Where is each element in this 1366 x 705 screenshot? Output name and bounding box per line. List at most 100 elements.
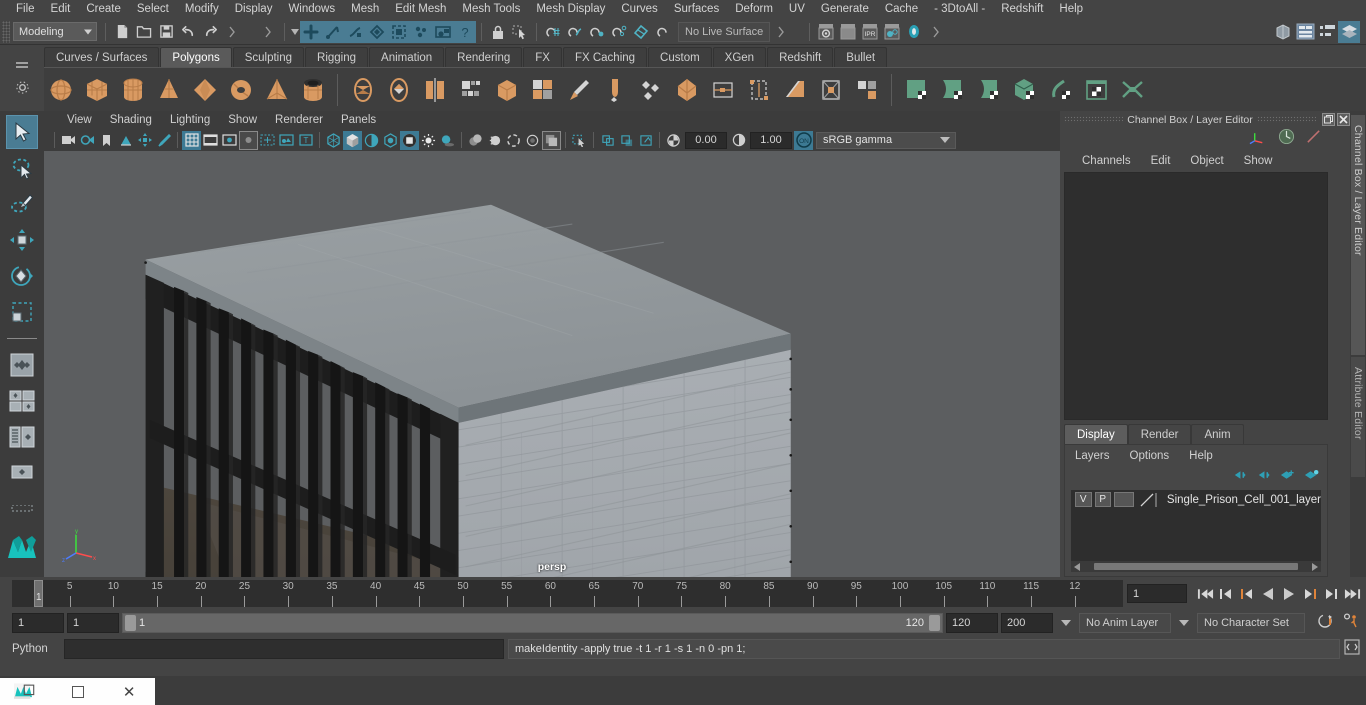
exposure-value-field[interactable]: 0.00 [685,131,727,149]
select-tool-icon[interactable] [509,21,531,43]
side-tab-attribute-editor[interactable]: Attribute Editor [1351,357,1365,477]
poly-booleans-icon[interactable] [382,73,415,107]
command-script-editor-icon[interactable] [1344,638,1360,660]
move-layer-down-icon[interactable] [1256,468,1271,486]
current-frame-field[interactable]: 1 [1127,584,1187,603]
layer-tab-display[interactable]: Display [1064,424,1128,444]
create-layer-from-selected-icon[interactable] [1304,468,1319,486]
range-right-handle[interactable] [929,615,940,631]
lock-icon[interactable] [487,21,509,43]
grease-pencil-icon[interactable] [154,131,173,150]
uv-automatic-icon[interactable] [1008,73,1041,107]
select-tool-button[interactable] [6,115,38,149]
layer-tab-anim[interactable]: Anim [1191,424,1244,444]
snap-to-view-plane-icon[interactable] [652,21,674,43]
shelf-menu-icon[interactable] [15,58,29,76]
layer-visibility-toggle[interactable]: V [1075,492,1092,507]
menu-set-selector[interactable]: Modeling [13,22,97,41]
close-panel-icon[interactable] [1337,113,1350,126]
animation-preferences-icon[interactable] [1342,612,1360,635]
scroll-left-arrow-icon[interactable] [1074,558,1082,576]
shadows-icon[interactable] [438,131,457,150]
move-tool-button[interactable] [6,223,38,257]
shelf-tab-redshift[interactable]: Redshift [767,47,834,67]
poly-reduce-icon[interactable] [670,73,703,107]
camera-attributes-icon[interactable] [78,131,97,150]
play-forwards-icon[interactable] [1279,583,1299,605]
menu-mesh-display[interactable]: Mesh Display [528,0,613,19]
select-image-plane-icon[interactable] [432,20,454,43]
layer-menu-help[interactable]: Help [1189,450,1213,462]
create-new-layer-icon[interactable] [1280,468,1295,486]
collapse-arrow3-icon[interactable] [770,21,792,43]
animation-start-field[interactable]: 1 [12,613,64,633]
gamma-value-field[interactable]: 1.00 [750,131,792,149]
persp-outliner-layout-button[interactable] [6,420,38,454]
menu-3dtoall[interactable]: - 3DtoAll - [926,0,993,19]
four-view-layout-button[interactable] [6,384,38,418]
safe-action-icon[interactable] [277,131,296,150]
single-perspective-view-button[interactable] [6,348,38,382]
menu-create[interactable]: Create [78,0,129,19]
poly-platonic-icon[interactable] [188,73,221,107]
safe-title-icon[interactable]: T [296,131,315,150]
selection-mode-caret-icon[interactable] [290,21,300,43]
layer-color-swatch-icon[interactable] [1139,492,1159,508]
uv-cylindrical-icon[interactable] [936,73,969,107]
collapse-arrow-icon[interactable] [221,21,243,43]
panel-grip-right[interactable] [1256,116,1316,123]
chevron-down-icon[interactable] [1061,620,1071,626]
viewport-menu-shading[interactable]: Shading [101,114,161,126]
layer-row[interactable]: V P Single_Prison_Cell_001_layer [1071,490,1321,509]
layer-list[interactable]: V P Single_Prison_Cell_001_layer [1071,490,1321,572]
menu-select[interactable]: Select [129,0,177,19]
smooth-shade-icon[interactable] [343,130,362,150]
layer-menu-options[interactable]: Options [1130,450,1170,462]
select-by-object-icon[interactable] [322,20,344,43]
color-space-dropdown[interactable]: sRGB gamma [816,131,956,149]
menu-edit-mesh[interactable]: Edit Mesh [387,0,454,19]
menu-edit[interactable]: Edit [43,0,79,19]
poly-sculpt-icon[interactable] [598,73,631,107]
play-backwards-icon[interactable] [1258,583,1278,605]
render-current-frame-icon[interactable] [815,21,837,43]
channel-box-menu-channels[interactable]: Channels [1082,155,1131,167]
viewport-menu-show[interactable]: Show [219,114,266,126]
film-gate-icon[interactable] [201,131,220,150]
new-scene-icon[interactable] [111,21,133,43]
poly-sphere-icon[interactable] [44,73,77,107]
poly-wedge-icon[interactable] [778,73,811,107]
two-d-pan-zoom-icon[interactable] [135,131,154,150]
uv-layout-icon[interactable] [1116,73,1149,107]
chevron-down-icon-2[interactable] [1179,620,1189,626]
field-chart-icon[interactable] [258,131,277,150]
gate-mask-icon[interactable] [239,130,258,150]
attribute-editor-icon[interactable] [1278,128,1295,150]
menu-curves[interactable]: Curves [613,0,665,19]
step-back-frame-icon[interactable] [1237,583,1257,605]
go-to-start-icon[interactable] [1195,583,1215,605]
move-layer-up-icon[interactable] [1232,468,1247,486]
paint-select-tool-button[interactable] [6,187,38,221]
menu-deform[interactable]: Deform [727,0,781,19]
range-left-handle[interactable] [125,615,136,631]
motion-blur-icon[interactable] [485,131,504,150]
poly-combine-icon[interactable] [346,73,379,107]
scroll-right-arrow-icon[interactable] [1310,558,1318,576]
redo-icon[interactable] [199,21,221,43]
menu-mesh-tools[interactable]: Mesh Tools [454,0,528,19]
layer-shading-toggle[interactable] [1114,492,1134,507]
exposure-icon[interactable] [664,131,683,150]
show-hide-channel-box-icon[interactable] [1338,20,1360,43]
live-surface-field[interactable]: No Live Surface [678,21,770,42]
multisample-aa-icon[interactable] [504,131,523,150]
shelf-settings-icon[interactable] [15,80,29,99]
shelf-tab-bullet[interactable]: Bullet [834,47,888,67]
select-misc-icon[interactable]: ? [454,20,476,43]
restore-panel-icon[interactable] [1322,113,1335,126]
hypershade-layout-button[interactable] [6,492,38,526]
select-particle-icon[interactable] [410,20,432,43]
panel-grip-left[interactable] [1064,116,1124,123]
poly-target-weld-icon[interactable] [742,73,775,107]
viewport-menu-renderer[interactable]: Renderer [266,114,332,126]
